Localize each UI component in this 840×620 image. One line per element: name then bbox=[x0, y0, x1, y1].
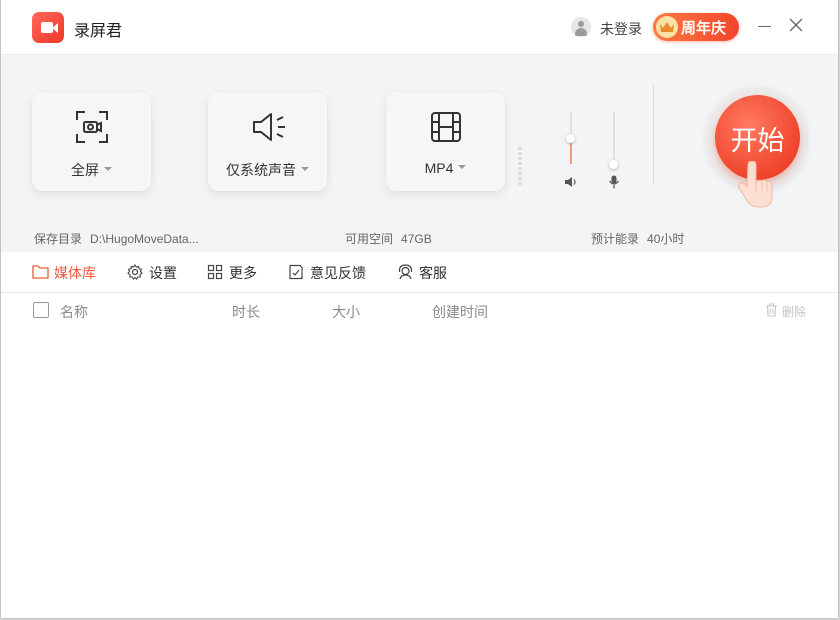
volume-icon bbox=[564, 175, 578, 194]
app-logo-icon bbox=[32, 12, 64, 43]
microphone-icon bbox=[608, 175, 620, 194]
chevron-down-icon bbox=[104, 167, 112, 172]
col-duration[interactable]: 时长 bbox=[232, 302, 260, 322]
user-avatar-icon[interactable] bbox=[571, 17, 591, 37]
film-icon bbox=[429, 110, 463, 144]
audio-level-meter bbox=[518, 147, 522, 187]
record-area-selector[interactable]: 全屏 bbox=[32, 92, 151, 191]
format-selector[interactable]: MP4 bbox=[386, 92, 505, 191]
speaker-icon bbox=[251, 110, 285, 144]
save-dir-label: 保存目录 bbox=[34, 232, 83, 246]
folder-icon bbox=[32, 265, 49, 279]
start-label: 开始 bbox=[730, 126, 785, 156]
record-area-label: 全屏 bbox=[71, 162, 99, 178]
grid-icon bbox=[207, 264, 223, 280]
close-icon[interactable] bbox=[789, 18, 805, 34]
tab-label: 客服 bbox=[419, 265, 447, 281]
crown-icon bbox=[656, 16, 678, 38]
pointing-hand-icon bbox=[736, 160, 778, 214]
slider-handle[interactable] bbox=[566, 134, 575, 143]
col-name[interactable]: 名称 bbox=[60, 302, 88, 322]
gear-icon bbox=[127, 264, 143, 280]
col-size[interactable]: 大小 bbox=[332, 302, 360, 322]
format-label: MP4 bbox=[424, 160, 454, 176]
tab-bar: 媒体库 设置 更多 意见反馈 客服 bbox=[1, 252, 838, 293]
save-dir-value[interactable]: D:\HugoMoveData... bbox=[90, 232, 199, 246]
app-window: 录屏君 未登录 周年庆 全屏 仅系统声音 MP4 开始 保存目录 D:\Hugo… bbox=[1, 0, 838, 618]
headset-icon bbox=[398, 264, 413, 280]
panel-divider bbox=[653, 85, 654, 185]
free-space-label: 可用空间 bbox=[345, 232, 394, 246]
control-panel: 全屏 仅系统声音 MP4 开始 保存目录 D:\HugoMoveData... … bbox=[1, 55, 838, 252]
free-space: 可用空间 47GB bbox=[345, 230, 432, 247]
tab-label: 更多 bbox=[229, 265, 257, 281]
tab-label: 媒体库 bbox=[54, 265, 96, 281]
fullscreen-camera-icon bbox=[75, 110, 109, 144]
free-space-value: 47GB bbox=[401, 232, 432, 246]
col-created[interactable]: 创建时间 bbox=[432, 302, 488, 322]
feedback-icon bbox=[289, 264, 303, 280]
estimated-time: 预计能录 40小时 bbox=[591, 230, 684, 247]
title-bar: 录屏君 未登录 周年庆 bbox=[1, 0, 838, 55]
anniversary-button[interactable]: 周年庆 bbox=[653, 13, 739, 41]
est-value: 40小时 bbox=[647, 232, 685, 246]
audio-source-selector[interactable]: 仅系统声音 bbox=[208, 92, 522, 191]
media-table-header: 名称 时长 大小 创建时间 删除 bbox=[1, 293, 838, 327]
tab-label: 设置 bbox=[149, 265, 177, 281]
delete-label: 删除 bbox=[782, 305, 807, 319]
minimize-icon[interactable] bbox=[757, 16, 773, 36]
select-all-checkbox[interactable] bbox=[33, 302, 49, 318]
anniversary-label: 周年庆 bbox=[681, 20, 727, 37]
app-title: 录屏君 bbox=[74, 23, 123, 40]
slider-handle[interactable] bbox=[609, 160, 618, 169]
chevron-down-icon bbox=[458, 165, 467, 170]
login-status[interactable]: 未登录 bbox=[600, 19, 642, 39]
chevron-down-icon bbox=[301, 167, 309, 172]
media-list bbox=[1, 327, 838, 618]
est-label: 预计能录 bbox=[591, 232, 640, 246]
trash-icon bbox=[766, 303, 777, 317]
mic-volume-slider[interactable] bbox=[609, 112, 618, 169]
save-directory: 保存目录 D:\HugoMoveData... bbox=[34, 230, 199, 247]
tab-label: 意见反馈 bbox=[310, 265, 366, 281]
audio-source-label: 仅系统声音 bbox=[226, 162, 296, 178]
speaker-volume-slider[interactable] bbox=[566, 112, 575, 164]
